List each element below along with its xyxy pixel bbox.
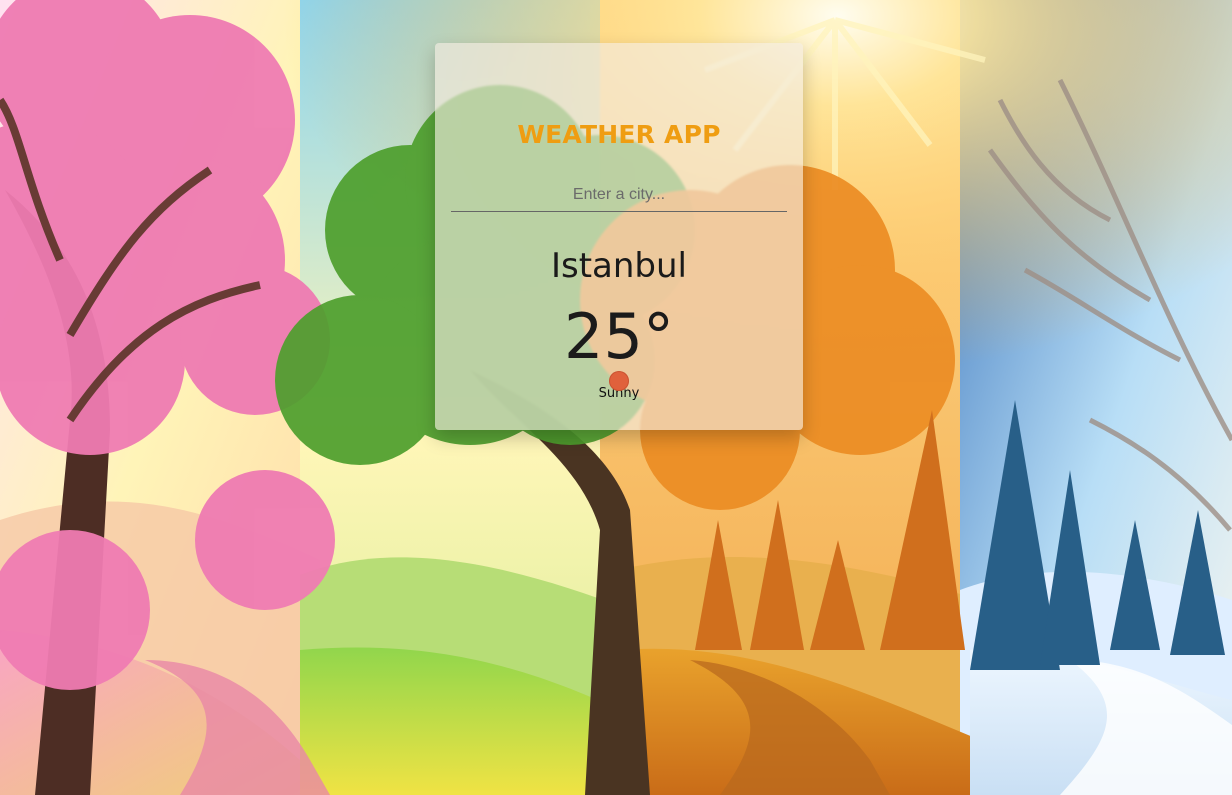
app-title: WEATHER APP (517, 120, 721, 149)
sun-icon (609, 371, 629, 391)
city-name: Istanbul (550, 246, 688, 286)
app-window: WEATHER APP Istanbul 25° Sunny (0, 0, 1232, 795)
temperature-value: 25° (564, 300, 674, 373)
city-search-input[interactable] (451, 179, 787, 212)
